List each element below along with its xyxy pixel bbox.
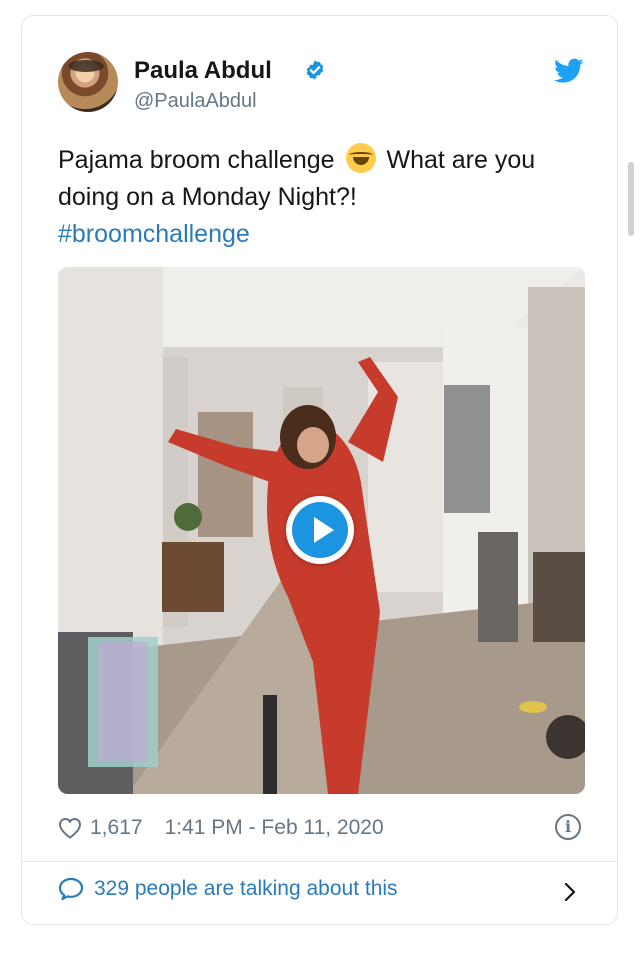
twitter-bird-icon[interactable] <box>554 58 584 84</box>
scrollbar[interactable] <box>628 162 634 236</box>
tweet-text: Pajama broom challenge What are you doin… <box>58 142 598 253</box>
divider <box>22 861 617 862</box>
verified-badge-icon <box>306 60 324 80</box>
conversation-link[interactable]: 329 people are talking about this <box>58 877 398 901</box>
like-count[interactable]: 1,617 <box>90 816 143 840</box>
talking-count-text[interactable]: 329 people are talking about this <box>94 877 398 901</box>
author-name[interactable]: Paula Abdul <box>134 57 272 85</box>
play-button[interactable] <box>286 496 354 564</box>
heart-icon[interactable] <box>58 817 82 839</box>
video-thumbnail[interactable] <box>58 267 585 794</box>
chevron-right-icon[interactable] <box>562 880 578 904</box>
author-handle[interactable]: @PaulaAbdul <box>134 89 257 113</box>
tweet-timestamp[interactable]: 1:41 PM - Feb 11, 2020 <box>165 816 384 840</box>
laughing-emoji-icon <box>345 143 376 173</box>
hashtag-link[interactable]: #broomchallenge <box>58 220 250 248</box>
tweet-card[interactable]: Paula Abdul @PaulaAbdul Pajama broom cha… <box>21 15 618 925</box>
info-icon[interactable]: i <box>555 814 581 840</box>
avatar[interactable] <box>58 52 118 112</box>
comment-bubble-icon <box>58 877 84 901</box>
tweet-text-part1: Pajama broom challenge <box>58 146 335 174</box>
tweet-meta: 1,617 1:41 PM - Feb 11, 2020 <box>58 813 384 843</box>
